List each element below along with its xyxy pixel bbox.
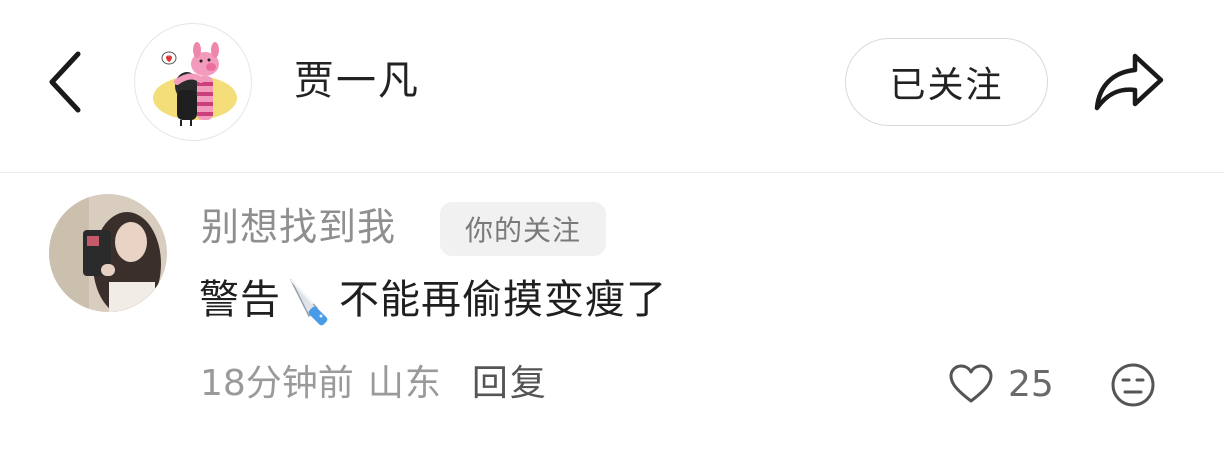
header-bar: 贾一凡 已关注	[0, 0, 1224, 172]
like-button[interactable]: 25	[948, 358, 1054, 410]
meh-face-icon	[1111, 363, 1155, 407]
share-arrow-icon	[1094, 53, 1164, 111]
comment-text-before: 警告	[199, 277, 281, 323]
comment-content: 警告 不能再偷摸变瘦了	[199, 272, 667, 328]
following-badge: 你的关注	[440, 202, 606, 256]
like-count: 25	[1008, 363, 1054, 405]
commenter-avatar[interactable]	[49, 194, 167, 312]
header-divider	[0, 172, 1224, 173]
dislike-button[interactable]	[1110, 362, 1156, 408]
profile-username[interactable]: 贾一凡	[294, 55, 420, 107]
commenter-name[interactable]: 别想找到我	[201, 201, 396, 253]
back-button[interactable]	[36, 46, 96, 118]
comment-detail-page: 贾一凡 已关注 别想找到我 你的关注 警告 不能再偷摸变瘦了 18分钟前 山东 …	[0, 0, 1224, 456]
follow-status-button[interactable]: 已关注	[845, 38, 1048, 126]
user-avatar[interactable]	[134, 23, 252, 141]
reply-button[interactable]: 回复	[472, 358, 548, 410]
heart-outline-icon	[949, 364, 993, 403]
share-button[interactable]	[1086, 42, 1172, 122]
comment-time: 18分钟前	[200, 363, 354, 404]
comment-text-after: 不能再偷摸变瘦了	[339, 277, 667, 323]
piglet-hug-avatar-image	[153, 42, 237, 126]
knife-emoji-icon	[290, 279, 328, 326]
comment-meta: 18分钟前 山东 回复	[200, 358, 548, 410]
comment-location: 山东	[367, 363, 442, 404]
chevron-left-icon	[49, 51, 81, 113]
commenter-photo	[49, 194, 167, 312]
